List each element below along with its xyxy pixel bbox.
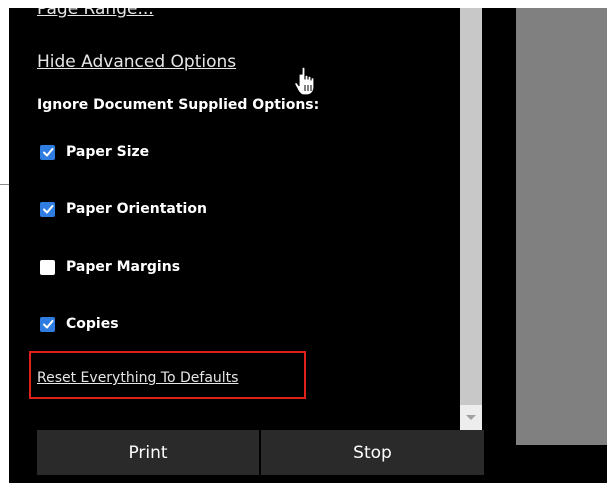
stop-button[interactable]: Stop: [261, 430, 484, 475]
options-scrollbar[interactable]: [459, 8, 484, 430]
check-icon: [42, 148, 53, 157]
hide-advanced-options-link[interactable]: Hide Advanced Options: [37, 52, 236, 72]
left-divider-line: [0, 184, 9, 185]
option-paper-orientation[interactable]: Paper Orientation: [40, 199, 207, 219]
check-icon: [42, 320, 53, 329]
print-button[interactable]: Print: [37, 430, 259, 475]
reset-defaults-link[interactable]: Reset Everything To Defaults: [37, 370, 238, 386]
page-range-link[interactable]: Page Range...: [37, 8, 154, 19]
paper-margins-label: Paper Margins: [66, 259, 181, 275]
print-preview-area: [516, 8, 607, 445]
paper-orientation-label: Paper Orientation: [66, 201, 207, 217]
paper-orientation-checkbox[interactable]: [40, 201, 55, 217]
left-edge-strip: [0, 0, 9, 491]
option-paper-margins[interactable]: Paper Margins: [40, 257, 180, 277]
arrow-down-icon[interactable]: [466, 415, 476, 420]
paper-size-checkbox[interactable]: [40, 144, 55, 160]
check-icon: [42, 205, 53, 214]
ignore-document-options-label: Ignore Document Supplied Options:: [37, 97, 320, 113]
option-paper-size[interactable]: Paper Size: [40, 142, 149, 162]
hand-pointer-icon: [294, 66, 315, 96]
scrollbar-thumb[interactable]: [460, 8, 482, 405]
option-copies[interactable]: Copies: [40, 314, 119, 334]
copies-label: Copies: [66, 316, 119, 332]
advanced-options-list: Page Range... Hide Advanced Options Igno…: [9, 8, 459, 430]
copies-checkbox[interactable]: [40, 316, 55, 332]
paper-margins-checkbox[interactable]: [40, 259, 55, 275]
paper-size-label: Paper Size: [66, 144, 150, 160]
